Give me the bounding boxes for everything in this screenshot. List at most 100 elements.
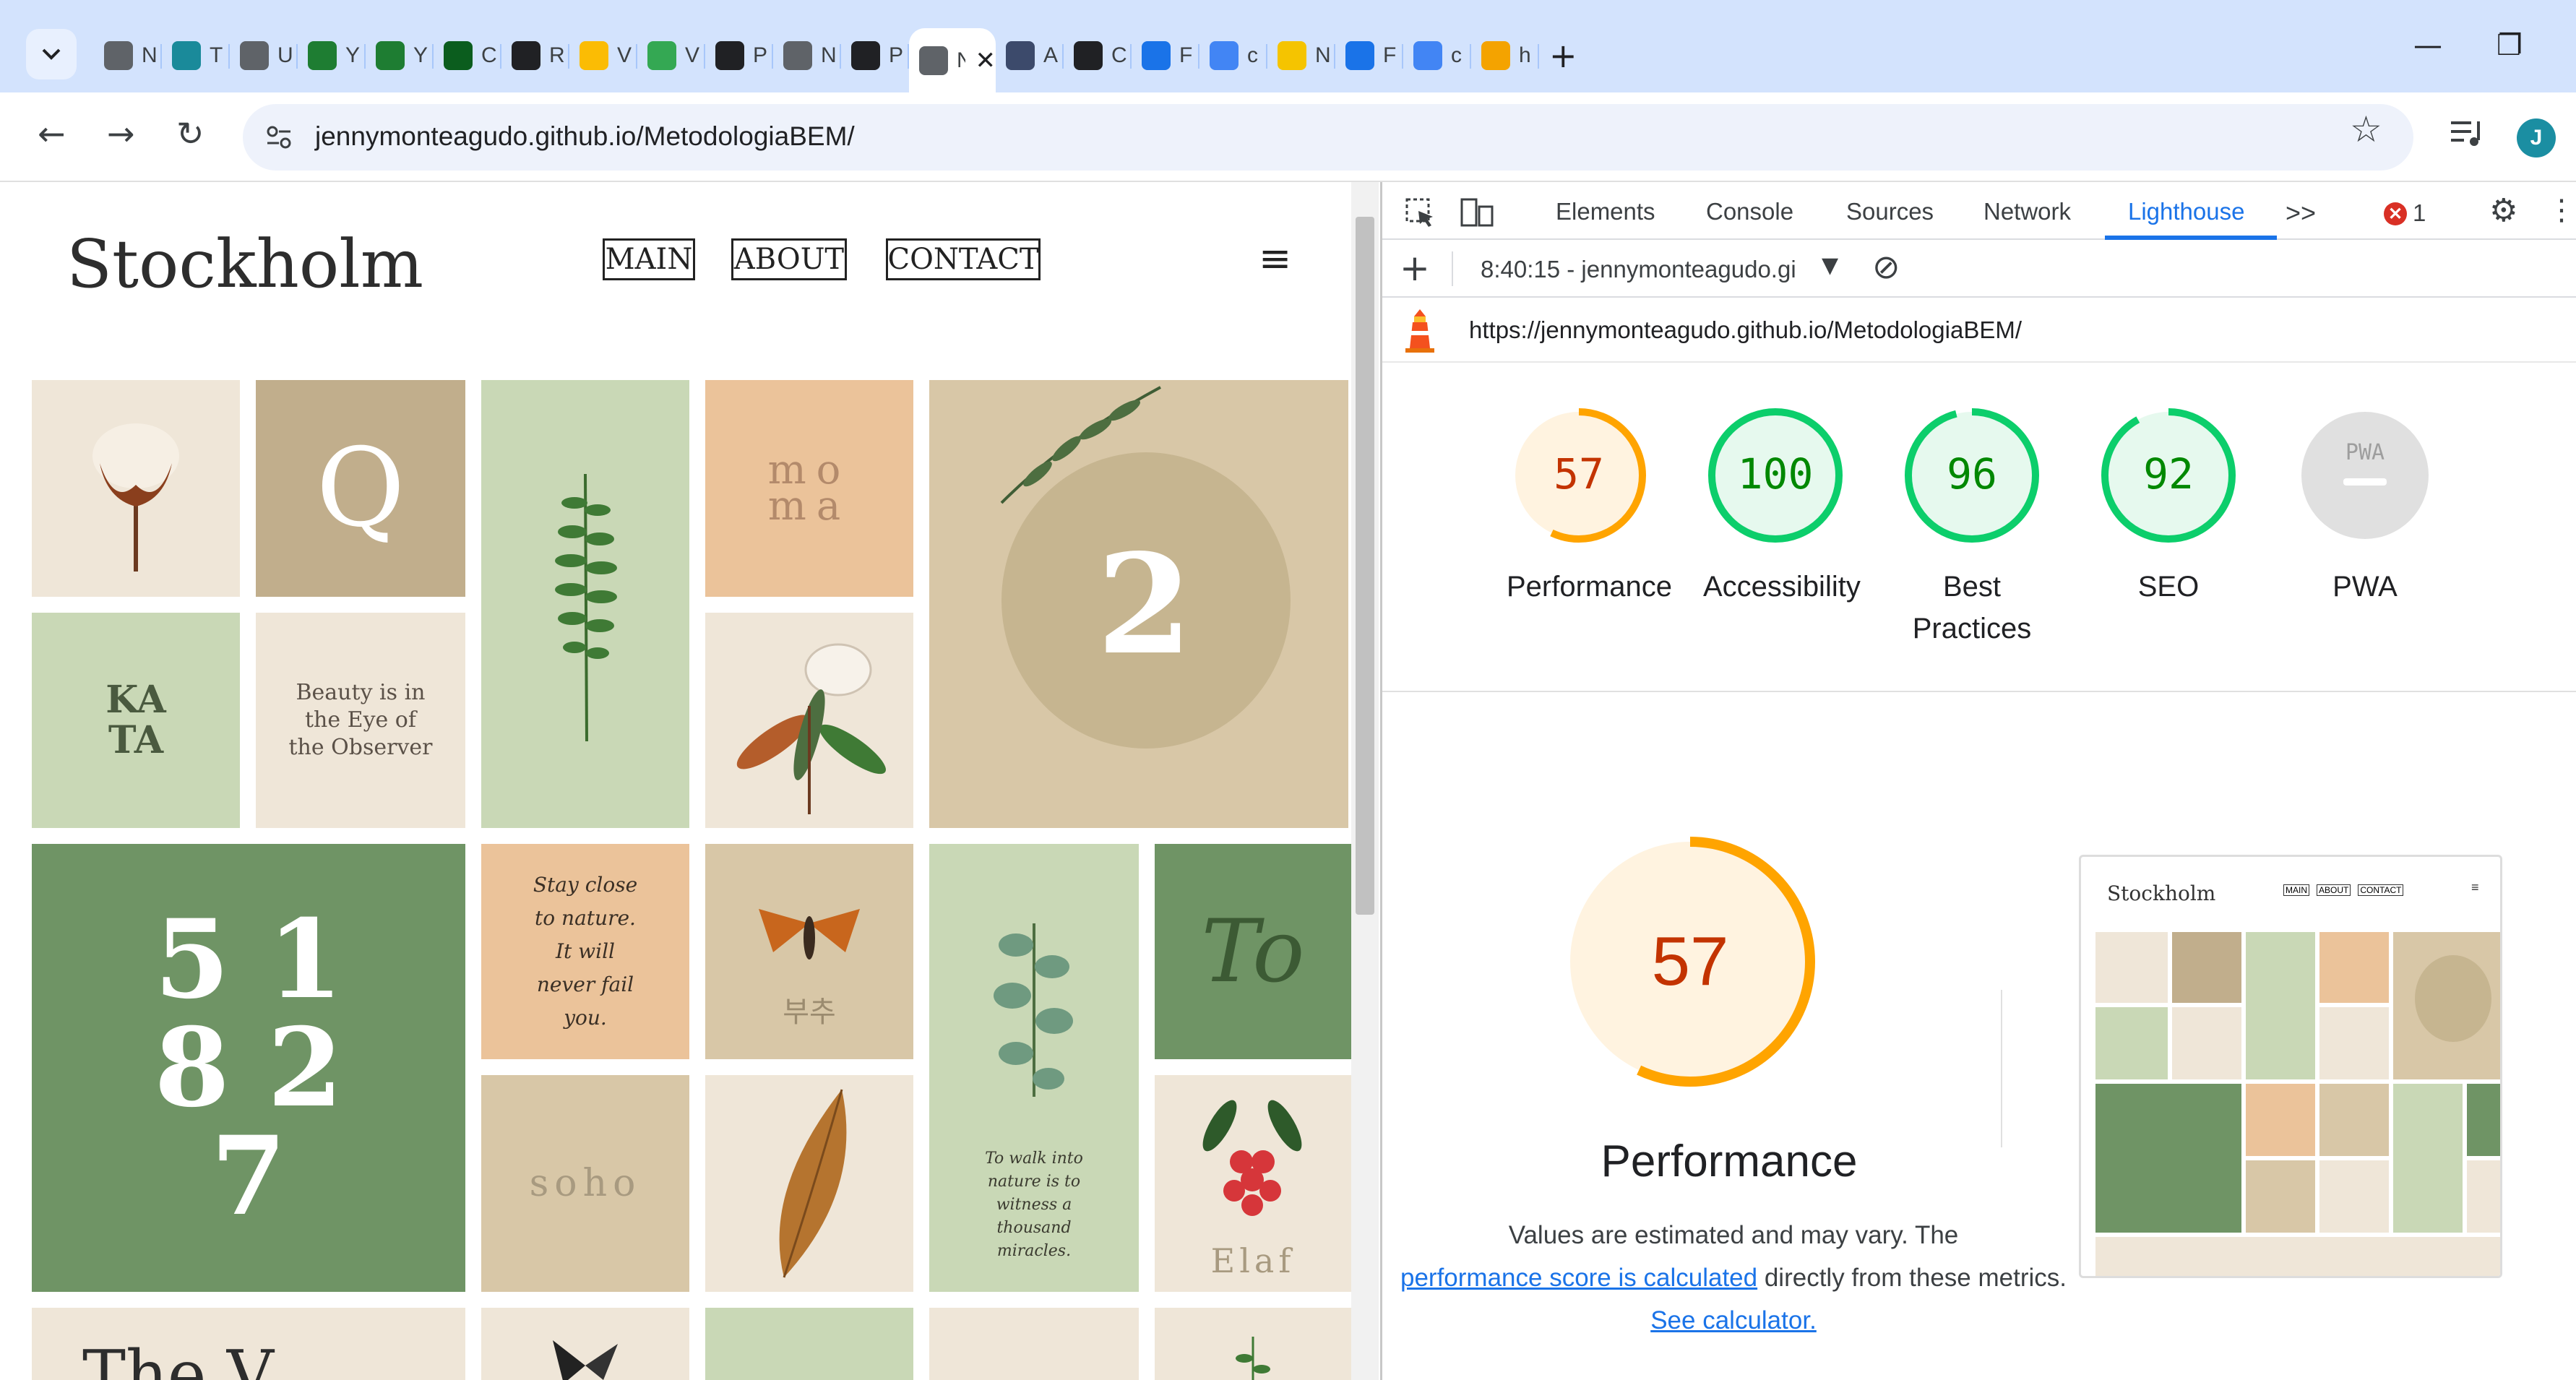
browser-tab[interactable]: V (637, 28, 705, 83)
clear-report-icon[interactable]: ⊘ (1872, 247, 1900, 286)
browser-tab[interactable]: Y (366, 28, 434, 83)
browser-tab[interactable]: A (996, 28, 1064, 83)
cream-tile[interactable] (929, 1308, 1139, 1380)
score-gauge-performance[interactable]: 57 Performance (1507, 403, 1672, 608)
q-tile[interactable]: Q (256, 380, 465, 597)
url-text[interactable]: jennymonteagudo.github.io/MetodologiaBEM… (315, 121, 855, 152)
tab-title: F (1383, 43, 1397, 67)
close-tab-icon[interactable]: ✕ (975, 46, 996, 75)
big-number-tile[interactable]: 5 1 8 2 7 (32, 844, 465, 1292)
browser-tab[interactable]: T (162, 28, 230, 83)
score-value: PWA (2345, 440, 2385, 465)
forward-button[interactable]: → (107, 114, 135, 153)
browser-tab[interactable]: P (705, 28, 773, 83)
hamburger-menu-icon[interactable]: ≡ (1259, 236, 1291, 281)
nav-main-link[interactable]: MAIN (603, 238, 695, 280)
browser-tab[interactable]: N (94, 28, 162, 83)
address-bar[interactable]: jennymonteagudo.github.io/MetodologiaBEM… (243, 104, 2413, 171)
browser-tab[interactable]: P (841, 28, 909, 83)
browser-tab[interactable]: Y (298, 28, 366, 83)
tab-search-button[interactable] (26, 29, 77, 79)
score-gauge-pwa[interactable]: PWA PWA (2293, 403, 2437, 608)
browser-tab[interactable]: F (1335, 28, 1403, 83)
number-two-tile[interactable]: 2 (929, 380, 1348, 828)
reload-button[interactable]: ↻ (176, 114, 204, 153)
sprig-tile[interactable] (1155, 1308, 1351, 1380)
nav-contact-link[interactable]: CONTACT (886, 238, 1041, 280)
inspect-element-icon[interactable] (1404, 197, 1436, 228)
bookmark-star-icon[interactable]: ☆ (2350, 108, 2382, 150)
stay-close-tile[interactable]: Stay close to nature. It will never fail… (481, 844, 689, 1059)
tab-lighthouse[interactable]: Lighthouse (2128, 198, 2244, 225)
score-gauge-best-practices[interactable]: 96 Best Practices (1900, 403, 2044, 650)
thumb-tile (2172, 932, 2241, 1003)
tab-network[interactable]: Network (1983, 198, 2071, 225)
tab-elements[interactable]: Elements (1556, 198, 1655, 225)
thumb-tile (2095, 1084, 2241, 1233)
kata-tile[interactable]: KA TA (32, 613, 240, 828)
bottom-text-tile[interactable]: The V (32, 1308, 465, 1380)
device-toolbar-icon[interactable] (1459, 197, 1495, 228)
globe-icon (783, 41, 812, 70)
new-report-button[interactable]: + (1400, 247, 1430, 289)
error-count[interactable]: 1 (2413, 199, 2426, 227)
back-button[interactable]: ← (38, 114, 66, 153)
thumb-tile (2172, 1007, 2241, 1079)
restore-button[interactable]: ❐ (2497, 29, 2523, 62)
site-settings-icon[interactable] (264, 123, 293, 152)
browser-tab[interactable]: c (1403, 28, 1471, 83)
page-scrollbar-thumb[interactable] (1356, 217, 1374, 915)
leaf-tile[interactable] (705, 1075, 913, 1292)
browser-tab[interactable]: c (1199, 28, 1267, 83)
tab-sources[interactable]: Sources (1846, 198, 1934, 225)
report-dropdown-icon[interactable]: ▼ (1822, 253, 1838, 278)
moma-tile[interactable]: mo ma (705, 380, 913, 597)
magnolia-tile[interactable] (705, 613, 913, 828)
profile-avatar[interactable]: J (2517, 118, 2556, 158)
tab-title: U (277, 43, 293, 67)
tab-console[interactable]: Console (1706, 198, 1793, 225)
browser-tab[interactable]: h (1471, 28, 1539, 83)
lighthouse-logo-icon (1405, 309, 1434, 353)
browser-tab[interactable]: V (569, 28, 637, 83)
browser-tab[interactable]: F (1132, 28, 1199, 83)
browser-tab[interactable]: C (434, 28, 501, 83)
cotton-flower-tile[interactable] (32, 380, 240, 597)
new-tab-button[interactable]: + (1549, 36, 1577, 75)
more-tabs-button[interactable]: >> (2286, 198, 2316, 228)
butterfly-tile[interactable] (481, 1308, 689, 1380)
browser-tab[interactable]: N ✕ (909, 28, 996, 93)
media-controls-icon[interactable] (2450, 118, 2486, 147)
browser-tab[interactable]: C (1064, 28, 1132, 83)
moth-tile[interactable]: 부추 (705, 844, 913, 1059)
elaf-text: Elaf (1210, 1241, 1296, 1280)
globe-icon (104, 41, 133, 70)
tab-title: T (210, 43, 223, 67)
score-gauge-accessibility[interactable]: 100 Accessibility (1703, 403, 1861, 608)
browser-tab[interactable]: R (501, 28, 569, 83)
tab-list: N T U Y Y C R V V P N P N ✕ A C Fc N Fc h + (94, 26, 1577, 93)
nav-about-link[interactable]: ABOUT (731, 238, 847, 280)
eucalyptus-tile[interactable]: To walk into nature is to witness a thou… (929, 844, 1139, 1292)
browser-tab[interactable]: U (230, 28, 298, 83)
green-tile[interactable] (705, 1308, 913, 1380)
report-url-text[interactable]: https://jennymonteagudo.github.io/Metodo… (1469, 316, 2022, 344)
score-calculated-link[interactable]: performance score is calculated (1400, 1264, 1757, 1292)
elaf-tile[interactable]: Elaf (1155, 1075, 1351, 1292)
error-icon[interactable]: ✕ (2384, 202, 2407, 225)
drive-icon (647, 41, 676, 70)
beauty-quote-tile[interactable]: Beauty is in the Eye of the Observer (256, 613, 465, 828)
fern-tile[interactable] (481, 380, 689, 828)
soho-tile[interactable]: soho (481, 1075, 689, 1292)
browser-tab[interactable]: N (1267, 28, 1335, 83)
minimize-button[interactable]: — (2413, 29, 2442, 62)
score-gauge-seo[interactable]: 92 SEO (2096, 403, 2241, 608)
settings-gear-icon[interactable]: ⚙ (2489, 192, 2517, 229)
browser-tab[interactable]: N (773, 28, 841, 83)
see-calculator-link[interactable]: See calculator. (1650, 1306, 1817, 1334)
page-screenshot-thumbnail[interactable]: Stockholm MAIN ABOUT CONTACT ≡ (2079, 855, 2502, 1278)
report-selector[interactable]: 8:40:15 - jennymonteagudo.gi (1481, 256, 1796, 283)
site-brand[interactable]: Stockholm (66, 225, 423, 303)
more-options-icon[interactable]: ⋮ (2547, 194, 2576, 227)
to-tile[interactable]: To (1155, 844, 1351, 1059)
